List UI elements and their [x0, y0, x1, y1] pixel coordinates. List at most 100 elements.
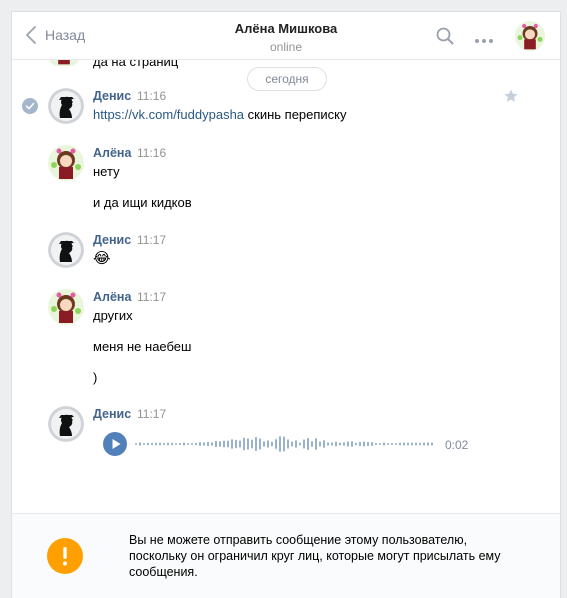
waveform-bar [371, 442, 373, 446]
play-icon [112, 439, 121, 449]
message-author[interactable]: Денис [93, 407, 131, 421]
message-text: https://vk.com/fuddypasha скинь переписк… [93, 107, 347, 122]
message-author[interactable]: Алёна [93, 290, 131, 304]
partial-avatar [49, 60, 79, 66]
peer-avatar[interactable] [515, 21, 545, 51]
waveform-bar [303, 439, 305, 449]
dialog-header: Назад Алёна Мишкова online [12, 12, 560, 60]
waveform-bar [223, 440, 225, 448]
waveform-bar [387, 442, 389, 446]
waveform-bar [195, 442, 197, 446]
alena-avatar-image [49, 60, 79, 66]
waveform-bar [215, 440, 217, 448]
waveform-bar [427, 442, 429, 446]
waveform-bar [407, 442, 409, 446]
waveform-bar [323, 440, 325, 448]
waveform-bar [419, 442, 421, 446]
silhouette-avatar-image [48, 406, 84, 442]
message-text: ) [93, 370, 98, 385]
message-text: и да ищи кидков [93, 195, 192, 210]
denis-avatar[interactable] [48, 88, 84, 124]
message-text: меня не наебеш [93, 339, 192, 354]
waveform-bar [363, 441, 365, 447]
waveform-bar [335, 441, 337, 447]
waveform-bar [187, 442, 189, 446]
waveform-bar [275, 439, 277, 449]
message-time[interactable]: 11:16 [137, 89, 166, 103]
denis-avatar[interactable] [48, 406, 84, 442]
silhouette-avatar-image [48, 232, 84, 268]
waveform-bar [343, 442, 345, 446]
waveform-bar [339, 442, 341, 446]
message-time[interactable]: 11:17 [137, 407, 166, 421]
waveform-bar [247, 438, 249, 450]
alena-avatar[interactable] [48, 145, 84, 181]
waveform-bar [191, 442, 193, 446]
search-button[interactable] [436, 27, 454, 48]
alena-avatar-image [515, 21, 545, 51]
waveform-bar [271, 441, 273, 447]
audio-duration: 0:02 [445, 438, 469, 452]
message-link-suffix: скинь переписку [244, 107, 347, 122]
more-dots-icon [475, 39, 493, 43]
waveform-bar [167, 442, 169, 446]
waveform-bar [183, 442, 185, 446]
more-button[interactable] [474, 32, 494, 47]
message-author[interactable]: Денис [93, 233, 131, 247]
partial-message-text: да на страниц [93, 60, 179, 69]
blocked-notice-bar: Вы не можете отправить сообщение этому п… [12, 513, 560, 598]
waveform-bar [211, 442, 213, 446]
waveform-bar [307, 437, 309, 451]
waveform-bar [159, 442, 161, 446]
search-icon [436, 27, 454, 45]
star-icon[interactable] [504, 89, 518, 106]
waveform-bar [199, 441, 201, 447]
waveform-bar [231, 439, 233, 449]
message-time[interactable]: 11:17 [137, 233, 166, 247]
waveform-bar [175, 442, 177, 446]
waveform-bar [203, 442, 205, 446]
waveform-bar [319, 441, 321, 447]
waveform-bar [171, 442, 173, 446]
waveform-bar [375, 442, 377, 446]
message-history: да на страниц сегодня Денис 11:16 https:… [12, 60, 560, 513]
waveform-bar [359, 441, 361, 447]
message-time[interactable]: 11:16 [137, 146, 166, 160]
dialog-window: Назад Алёна Мишкова online да на страниц… [11, 11, 561, 598]
waveform-bar [415, 442, 417, 446]
waveform-bar [291, 441, 293, 447]
waveform-bar [147, 442, 149, 446]
audio-waveform[interactable] [135, 432, 435, 456]
waveform-bar [151, 442, 153, 446]
message-link[interactable]: https://vk.com/fuddypasha [93, 107, 244, 122]
waveform-bar [403, 442, 405, 446]
audio-play-button[interactable] [103, 432, 127, 456]
waveform-bar [379, 442, 381, 446]
waveform-bar [155, 442, 157, 446]
silhouette-avatar-image [48, 88, 84, 124]
waveform-bar [383, 442, 385, 446]
alena-avatar-image [48, 289, 84, 325]
waveform-bar [367, 441, 369, 447]
waveform-bar [235, 439, 237, 449]
waveform-bar [395, 442, 397, 446]
message-author[interactable]: Денис [93, 89, 131, 103]
waveform-bar [263, 441, 265, 447]
waveform-bar [267, 440, 269, 448]
waveform-bar [287, 439, 289, 449]
message-text: других [93, 308, 133, 323]
message-time[interactable]: 11:17 [137, 290, 166, 304]
waveform-bar [411, 442, 413, 446]
waveform-bar [279, 436, 281, 452]
waveform-bar [143, 442, 145, 446]
message-author[interactable]: Алёна [93, 146, 131, 160]
denis-avatar[interactable] [48, 232, 84, 268]
waveform-bar [135, 443, 137, 445]
waveform-bar [355, 442, 357, 446]
waveform-bar [139, 442, 141, 446]
waveform-bar [227, 440, 229, 448]
waveform-bar [347, 441, 349, 447]
alena-avatar[interactable] [48, 289, 84, 325]
waveform-bar [251, 439, 253, 449]
waveform-bar [299, 442, 301, 446]
